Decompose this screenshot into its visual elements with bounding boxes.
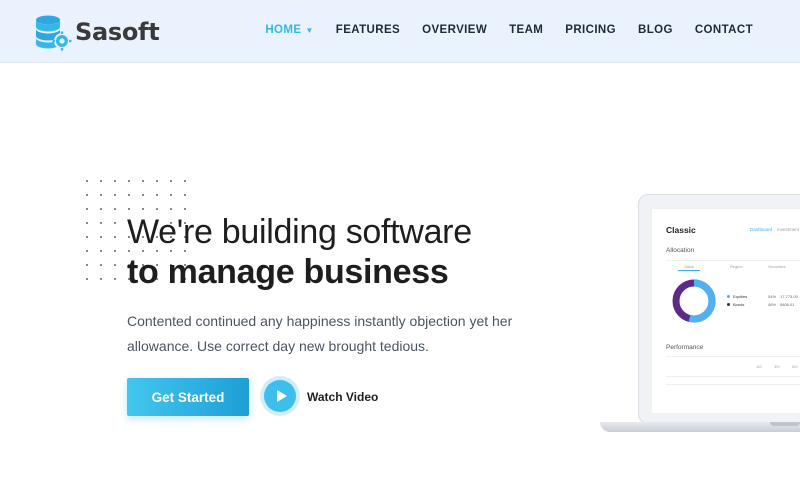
grid-dot [184,208,186,210]
grid-dot [128,208,130,210]
grid-dot [114,236,116,238]
grid-dot [114,250,116,252]
nav-features[interactable]: FEATURES [336,24,400,36]
chevron-down-icon: ▼ [305,25,314,35]
grid-dot [114,264,116,266]
grid-dot [100,180,102,182]
nav-home-label: HOME [265,24,302,36]
grid-dot [114,208,116,210]
performance-heading: Performance [666,344,704,351]
legend-equities: Equities [727,294,747,299]
divider [666,376,800,377]
grid-dot [170,194,172,196]
investment-tab: Investment [777,227,800,232]
grid-dot [86,222,88,224]
grid-dot [142,194,144,196]
legend-dot [727,303,730,306]
grid-dot [100,194,102,196]
legend-pct: 54% [768,294,777,299]
database-gear-icon [36,15,72,51]
grid-dot [142,180,144,182]
watch-video-link[interactable]: Watch Video [307,390,378,404]
divider [666,356,800,357]
grid-dot [170,180,172,182]
get-started-button[interactable]: Get Started [127,378,249,416]
grid-dot [86,250,88,252]
grid-dot [86,278,88,280]
perf-tick: 6M [792,364,798,369]
grid-dot [100,250,102,252]
sub-tab-securities: Securities [768,264,786,269]
allocation-donut-chart [672,279,716,323]
perf-tick: 1M [756,364,762,369]
grid-dot [100,208,102,210]
grid-dot [86,236,88,238]
grid-dot [184,194,186,196]
site-header: Sasoft HOME ▼ FEATURES OVERVIEW TEAM PRIC… [0,0,800,63]
sub-tab-value: Value [684,264,694,269]
grid-dot [114,222,116,224]
grid-dot [156,208,158,210]
brand-name: Sasoft [75,18,160,46]
legend-bonds: Bonds [727,302,744,307]
legend-value: 5806.01 [780,302,795,307]
nav-pricing[interactable]: PRICING [565,24,616,36]
sub-tab-indicator [678,270,700,271]
grid-dot [114,180,116,182]
grid-dot [156,180,158,182]
hero-title-line2: to manage business [127,253,449,291]
nav-contact[interactable]: CONTACT [695,24,753,36]
grid-dot [128,194,130,196]
grid-dot [86,264,88,266]
main-nav: HOME ▼ FEATURES OVERVIEW TEAM PRICING BLO… [265,24,753,36]
perf-tick: 3M [774,364,780,369]
grid-dot [86,180,88,182]
nav-blog[interactable]: BLOG [638,24,673,36]
grid-dot [86,194,88,196]
legend-pct: 46% [768,302,777,307]
nav-home[interactable]: HOME ▼ [265,24,313,36]
nav-overview[interactable]: OVERVIEW [422,24,487,36]
grid-dot [156,194,158,196]
grid-dot [114,278,116,280]
dashboard-tab: Dashboard [750,227,773,232]
play-icon [264,380,296,412]
sub-tab-region: Region [730,264,743,269]
grid-dot [86,208,88,210]
legend-label: Equities [733,294,748,299]
hero-title-line1: We're building software [127,213,472,251]
grid-dot [100,222,102,224]
divider [666,260,800,261]
brand-logo[interactable]: Sasoft [33,12,160,52]
nav-team[interactable]: TEAM [509,24,543,36]
grid-dot [100,264,102,266]
hero-description: Contented continued any happiness instan… [127,313,513,354]
grid-dot [114,194,116,196]
grid-dot [128,180,130,182]
play-video-button[interactable] [260,376,300,416]
allocation-heading: Allocation [666,247,695,254]
grid-dot [184,180,186,182]
grid-dot [170,208,172,210]
grid-dot [100,236,102,238]
dashboard-title: Classic [666,225,696,235]
legend-value: 17,773.00 [780,294,798,299]
hero-title: We're building software to manage busine… [127,212,472,292]
divider [666,384,800,385]
grid-dot [142,208,144,210]
legend-dot [727,295,730,298]
grid-dot [100,278,102,280]
legend-label: Bonds [733,302,745,307]
laptop-notch [770,422,800,426]
